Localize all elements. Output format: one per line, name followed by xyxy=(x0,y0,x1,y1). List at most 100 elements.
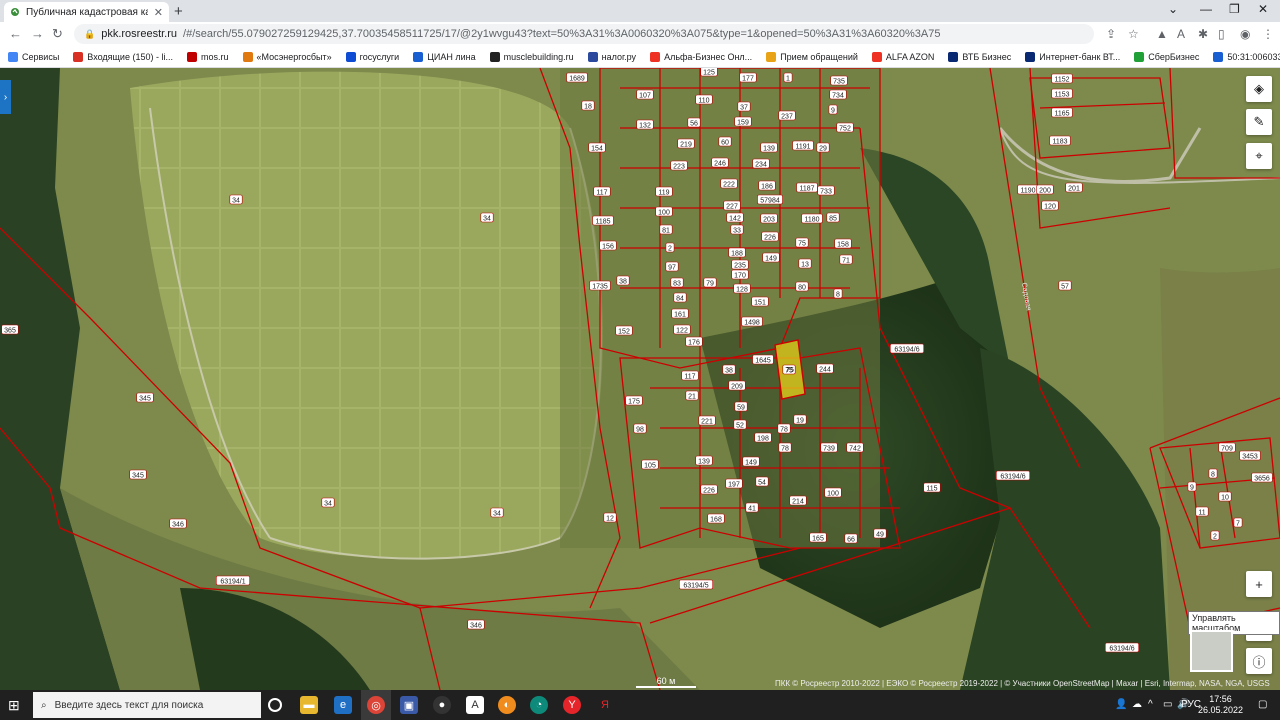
plot-number[interactable]: 1498 xyxy=(741,316,763,327)
plot-number[interactable]: 66 xyxy=(844,533,858,544)
plot-number[interactable]: 2 xyxy=(1210,530,1220,541)
plot-number[interactable]: 125 xyxy=(700,68,718,77)
plot-number[interactable]: 346 xyxy=(467,619,485,630)
plot-number[interactable]: 128 xyxy=(733,283,751,294)
plot-number[interactable]: 345 xyxy=(129,469,147,480)
plot-number[interactable]: 75 xyxy=(795,237,809,248)
bookmark-item[interactable]: ALFA AZON xyxy=(871,51,934,62)
side-panel-icon[interactable]: ▯ xyxy=(1218,27,1225,41)
extension-icon[interactable]: ▲ xyxy=(1156,27,1168,41)
browser-tab[interactable]: Публичная кадастровая карта ✕ xyxy=(4,2,169,22)
layers-button[interactable]: ◈ xyxy=(1246,76,1272,102)
reload-icon[interactable]: ↻ xyxy=(52,26,63,42)
plot-number[interactable]: 41 xyxy=(745,502,759,513)
plot-number[interactable]: 29 xyxy=(816,142,830,153)
photo-app-icon[interactable]: ◐ xyxy=(498,696,516,714)
plot-number[interactable]: 80 xyxy=(795,281,809,292)
plot-number[interactable]: 18 xyxy=(581,100,595,111)
plot-number[interactable]: 10 xyxy=(1218,491,1232,502)
bookmark-item[interactable]: ЦИАН лина xyxy=(413,51,476,62)
plot-number[interactable]: 105 xyxy=(641,459,659,470)
network-icon[interactable]: ▭ xyxy=(1163,699,1172,710)
plot-number[interactable]: 165 xyxy=(809,532,827,543)
bookmark-item[interactable]: 50:31:00603320:75 xyxy=(1213,51,1280,62)
plot-number[interactable]: 34 xyxy=(321,497,335,508)
bookmark-item[interactable]: Интернет-банк ВТ... xyxy=(1025,51,1120,62)
share-icon[interactable]: ⇪ xyxy=(1106,27,1116,41)
plot-number[interactable]: 197 xyxy=(725,478,743,489)
plot-number[interactable]: 1183 xyxy=(1049,135,1071,146)
plot-number[interactable]: 85 xyxy=(826,212,840,223)
plot-number[interactable]: 1187 xyxy=(796,182,818,193)
info-button[interactable]: ⓘ xyxy=(1246,648,1272,674)
forward-icon[interactable]: → xyxy=(31,26,44,41)
bookmark-item[interactable]: Сервисы xyxy=(8,51,59,62)
plot-number[interactable]: 63194/1 xyxy=(216,575,251,586)
plot-number[interactable]: 198 xyxy=(754,432,772,443)
plot-number[interactable]: 117 xyxy=(681,370,699,381)
yandex-browser-icon[interactable]: Y xyxy=(563,696,581,714)
plot-number[interactable]: 175 xyxy=(625,395,643,406)
plot-number[interactable]: 107 xyxy=(636,89,654,100)
bookmark-item[interactable]: Входящие (150) - li... xyxy=(73,51,173,62)
plot-number[interactable]: 78 xyxy=(777,423,791,434)
plot-number[interactable]: 52 xyxy=(733,419,747,430)
plot-number[interactable]: 71 xyxy=(839,254,853,265)
plot-number[interactable]: 63194/6 xyxy=(995,470,1030,481)
plot-number[interactable]: 1191 xyxy=(792,140,814,151)
plot-number[interactable]: 117 xyxy=(593,186,611,197)
plot-number[interactable]: 209 xyxy=(728,380,746,391)
plot-number[interactable]: 11 xyxy=(1195,506,1209,517)
plot-number[interactable]: 120 xyxy=(1041,200,1059,211)
plot-number[interactable]: 21 xyxy=(685,390,699,401)
plot-number[interactable]: 38 xyxy=(616,275,630,286)
plot-number[interactable]: 63194/6 xyxy=(1105,642,1140,653)
plot-number[interactable]: 49 xyxy=(873,528,887,539)
plot-number[interactable]: 346 xyxy=(169,518,187,529)
plot-number[interactable]: 733 xyxy=(817,185,835,196)
edge-icon[interactable]: ◔ xyxy=(530,696,548,714)
plot-number[interactable]: 132 xyxy=(636,119,654,130)
plot-number[interactable]: 735 xyxy=(830,75,848,86)
show-hidden-icons[interactable]: ^ xyxy=(1148,699,1153,710)
plot-number[interactable]: 226 xyxy=(700,484,718,495)
tab-search-icon[interactable]: ⌄ xyxy=(1168,2,1178,16)
plot-number[interactable]: 365 xyxy=(1,324,19,335)
bookmark-item[interactable]: Альфа-Бизнес Онл... xyxy=(650,51,752,62)
plot-number[interactable]: 98 xyxy=(633,423,647,434)
plot-number[interactable]: 1689 xyxy=(566,72,588,83)
plot-number[interactable]: 100 xyxy=(824,487,842,498)
plot-number[interactable]: 54 xyxy=(755,476,769,487)
plot-number[interactable]: 1 xyxy=(783,72,793,83)
plot-number[interactable]: 168 xyxy=(707,513,725,524)
close-window-icon[interactable]: ✕ xyxy=(1258,2,1268,16)
plot-number[interactable]: 219 xyxy=(677,138,695,149)
bookmark-item[interactable]: musclebuilding.ru xyxy=(489,51,574,62)
plot-number[interactable]: 159 xyxy=(734,116,752,127)
plot-number[interactable]: 1190 xyxy=(1017,184,1039,195)
plot-number[interactable]: 142 xyxy=(726,212,744,223)
plot-number[interactable]: 1180 xyxy=(801,213,823,224)
plot-number[interactable]: 33 xyxy=(730,224,744,235)
plot-number[interactable]: 176 xyxy=(685,336,703,347)
plot-number[interactable]: 1153 xyxy=(1051,88,1073,99)
plot-number[interactable]: 34 xyxy=(480,212,494,223)
plot-number[interactable]: 110 xyxy=(695,94,713,105)
chrome-icon[interactable]: ◎ xyxy=(367,696,385,714)
plot-number[interactable]: 34 xyxy=(490,507,504,518)
plot-number[interactable]: 79 xyxy=(703,277,717,288)
plot-number[interactable]: 37 xyxy=(737,101,751,112)
taskbar-search[interactable]: ⌕ Введите здесь текст для поиска xyxy=(33,692,261,718)
user-tray-icon[interactable]: 👤 xyxy=(1115,699,1127,710)
plot-number[interactable]: 709 xyxy=(1218,442,1236,453)
plot-number[interactable]: 59 xyxy=(734,401,748,412)
plot-number[interactable]: 3656 xyxy=(1251,472,1273,483)
plot-number[interactable]: 38 xyxy=(722,364,736,375)
plot-number[interactable]: 8 xyxy=(1208,468,1218,479)
puzzle-icon[interactable]: ✱ xyxy=(1198,27,1208,41)
plot-number[interactable]: 186 xyxy=(758,180,776,191)
app-icon[interactable]: ▣ xyxy=(400,696,418,714)
plot-number[interactable]: 1185 xyxy=(592,215,614,226)
plot-number[interactable]: 221 xyxy=(698,415,716,426)
menu-icon[interactable]: ⋮ xyxy=(1262,27,1274,41)
